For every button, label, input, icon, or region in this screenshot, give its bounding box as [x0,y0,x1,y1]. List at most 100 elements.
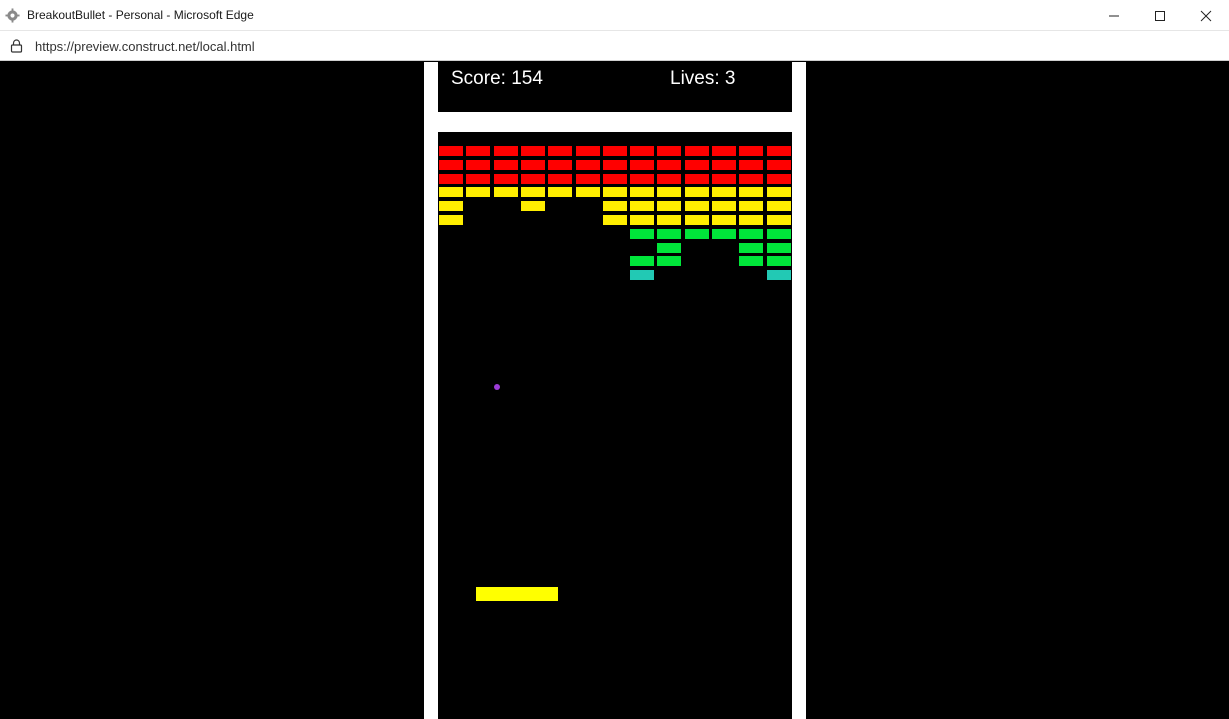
red-brick [548,173,573,184]
teal-brick [630,270,655,281]
yellow-brick [630,201,655,212]
page-viewport: Score: 154 Lives: 3 [0,62,1229,719]
maximize-icon [1155,10,1165,21]
red-brick [466,146,491,156]
red-brick [684,146,709,156]
yellow-brick [439,215,463,225]
green-brick [739,242,764,253]
red-brick [575,173,600,184]
red-brick [575,146,600,156]
yellow-brick [548,187,573,198]
minimize-icon [1109,15,1119,16]
yellow-brick [739,215,764,225]
red-brick [739,146,764,156]
address-bar[interactable]: https://preview.construct.net/local.html [0,31,1229,61]
maximize-button[interactable] [1137,0,1183,31]
close-icon [1200,10,1212,21]
yellow-brick [493,187,518,198]
yellow-brick [602,201,627,212]
browser-window: BreakoutBullet - Personal - Microsoft Ed… [0,0,1229,719]
red-brick [657,159,682,170]
game-frame: Score: 154 Lives: 3 [424,62,806,719]
close-button[interactable] [1183,0,1229,31]
yellow-brick [575,187,600,198]
red-brick [766,173,791,184]
green-brick [630,256,655,267]
yellow-brick [712,215,736,225]
red-brick [439,146,463,156]
yellow-brick [712,201,736,212]
window-title: BreakoutBullet - Personal - Microsoft Ed… [27,8,254,22]
red-brick [466,159,491,170]
yellow-brick [739,201,764,212]
url-text[interactable]: https://preview.construct.net/local.html [35,39,255,54]
green-brick [657,228,682,239]
red-brick [548,146,573,156]
yellow-brick [602,215,627,225]
red-brick [739,173,764,184]
red-brick [466,173,491,184]
paddle[interactable] [476,587,558,601]
yellow-brick [466,187,491,198]
yellow-brick [439,201,463,212]
red-brick [493,159,518,170]
red-brick [630,159,655,170]
yellow-brick [602,187,627,198]
green-brick [739,228,764,239]
red-brick [439,159,463,170]
red-brick [520,173,545,184]
yellow-brick [657,215,682,225]
ball [494,384,500,390]
red-brick [712,159,736,170]
hud: Score: 154 Lives: 3 [438,62,792,112]
red-brick [766,146,791,156]
title-bar[interactable]: BreakoutBullet - Personal - Microsoft Ed… [0,0,1229,31]
yellow-brick [630,187,655,198]
lock-icon[interactable] [10,39,23,53]
green-brick [766,228,791,239]
lives-display: Lives: 3 [670,68,736,89]
gear-icon [5,8,20,23]
green-brick [766,256,791,267]
yellow-brick [766,215,791,225]
green-brick [657,256,682,267]
yellow-brick [739,187,764,198]
red-brick [712,173,736,184]
red-brick [548,159,573,170]
red-brick [602,173,627,184]
green-brick [739,256,764,267]
yellow-brick [630,215,655,225]
red-brick [493,146,518,156]
teal-brick [766,270,791,281]
game-canvas[interactable] [438,132,792,719]
yellow-brick [684,187,709,198]
red-brick [684,173,709,184]
yellow-brick [766,187,791,198]
red-brick [630,146,655,156]
red-brick [739,159,764,170]
yellow-brick [684,201,709,212]
red-brick [602,146,627,156]
green-brick [657,242,682,253]
red-brick [712,146,736,156]
green-brick [712,228,736,239]
red-brick [657,146,682,156]
green-brick [630,228,655,239]
red-brick [766,159,791,170]
yellow-brick [520,201,545,212]
red-brick [630,173,655,184]
red-brick [520,159,545,170]
yellow-brick [684,215,709,225]
red-brick [439,173,463,184]
red-brick [602,159,627,170]
score-display: Score: 154 [451,68,543,89]
red-brick [684,159,709,170]
yellow-brick [657,201,682,212]
yellow-brick [439,187,463,198]
minimize-button[interactable] [1091,0,1137,31]
red-brick [493,173,518,184]
yellow-brick [657,187,682,198]
red-brick [657,173,682,184]
red-brick [575,159,600,170]
red-brick [520,146,545,156]
